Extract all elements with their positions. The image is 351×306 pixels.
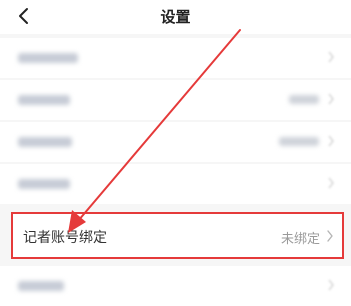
obscured-label (18, 179, 70, 189)
chevron-right-icon (327, 230, 333, 242)
chevron-right-icon (328, 135, 334, 147)
chevron-right-icon (328, 279, 334, 291)
obscured-value (279, 137, 319, 146)
settings-row-obscured[interactable] (0, 266, 351, 306)
obscured-label (18, 281, 64, 291)
settings-row-obscured[interactable] (0, 80, 351, 120)
settings-list (0, 34, 351, 306)
reporter-account-binding-label: 记者账号绑定 (23, 230, 107, 246)
binding-status: 未绑定 (280, 232, 320, 247)
chevron-right-icon (328, 93, 334, 105)
obscured-label (18, 137, 72, 147)
chevron-right-icon (328, 51, 334, 63)
obscured-label (18, 53, 78, 63)
settings-row-obscured[interactable] (0, 122, 351, 162)
top-bar: 设置 (0, 0, 351, 34)
settings-row-obscured[interactable] (0, 164, 351, 204)
settings-row-obscured[interactable] (0, 38, 351, 78)
page-title: 设置 (160, 8, 191, 26)
chevron-right-icon (328, 177, 334, 189)
obscured-label (18, 95, 70, 105)
reporter-account-binding-row[interactable]: 记者账号绑定 未绑定 (11, 212, 344, 259)
obscured-value (289, 95, 319, 104)
